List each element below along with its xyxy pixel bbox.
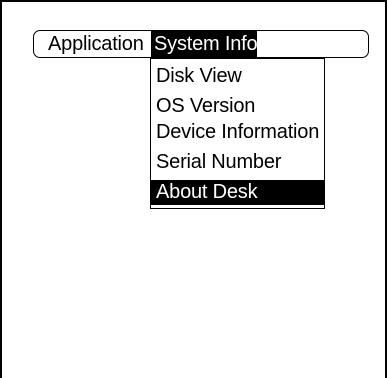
- menu-item-about-desk[interactable]: About Desk: [151, 180, 324, 205]
- menu-item-disk-view[interactable]: Disk View: [151, 63, 324, 89]
- menu-application[interactable]: Application: [48, 31, 144, 57]
- desktop-screen: Application System Info Disk View OS Ver…: [0, 0, 387, 378]
- system-info-dropdown: Disk View OS Version Device Information …: [150, 58, 325, 209]
- menu-item-device-information[interactable]: Device Information: [151, 119, 324, 145]
- menu-item-serial-number[interactable]: Serial Number: [151, 149, 324, 175]
- menu-bar: Application System Info: [33, 30, 369, 58]
- menu-item-os-version[interactable]: OS Version: [151, 93, 324, 119]
- menu-system-info[interactable]: System Info: [151, 31, 258, 57]
